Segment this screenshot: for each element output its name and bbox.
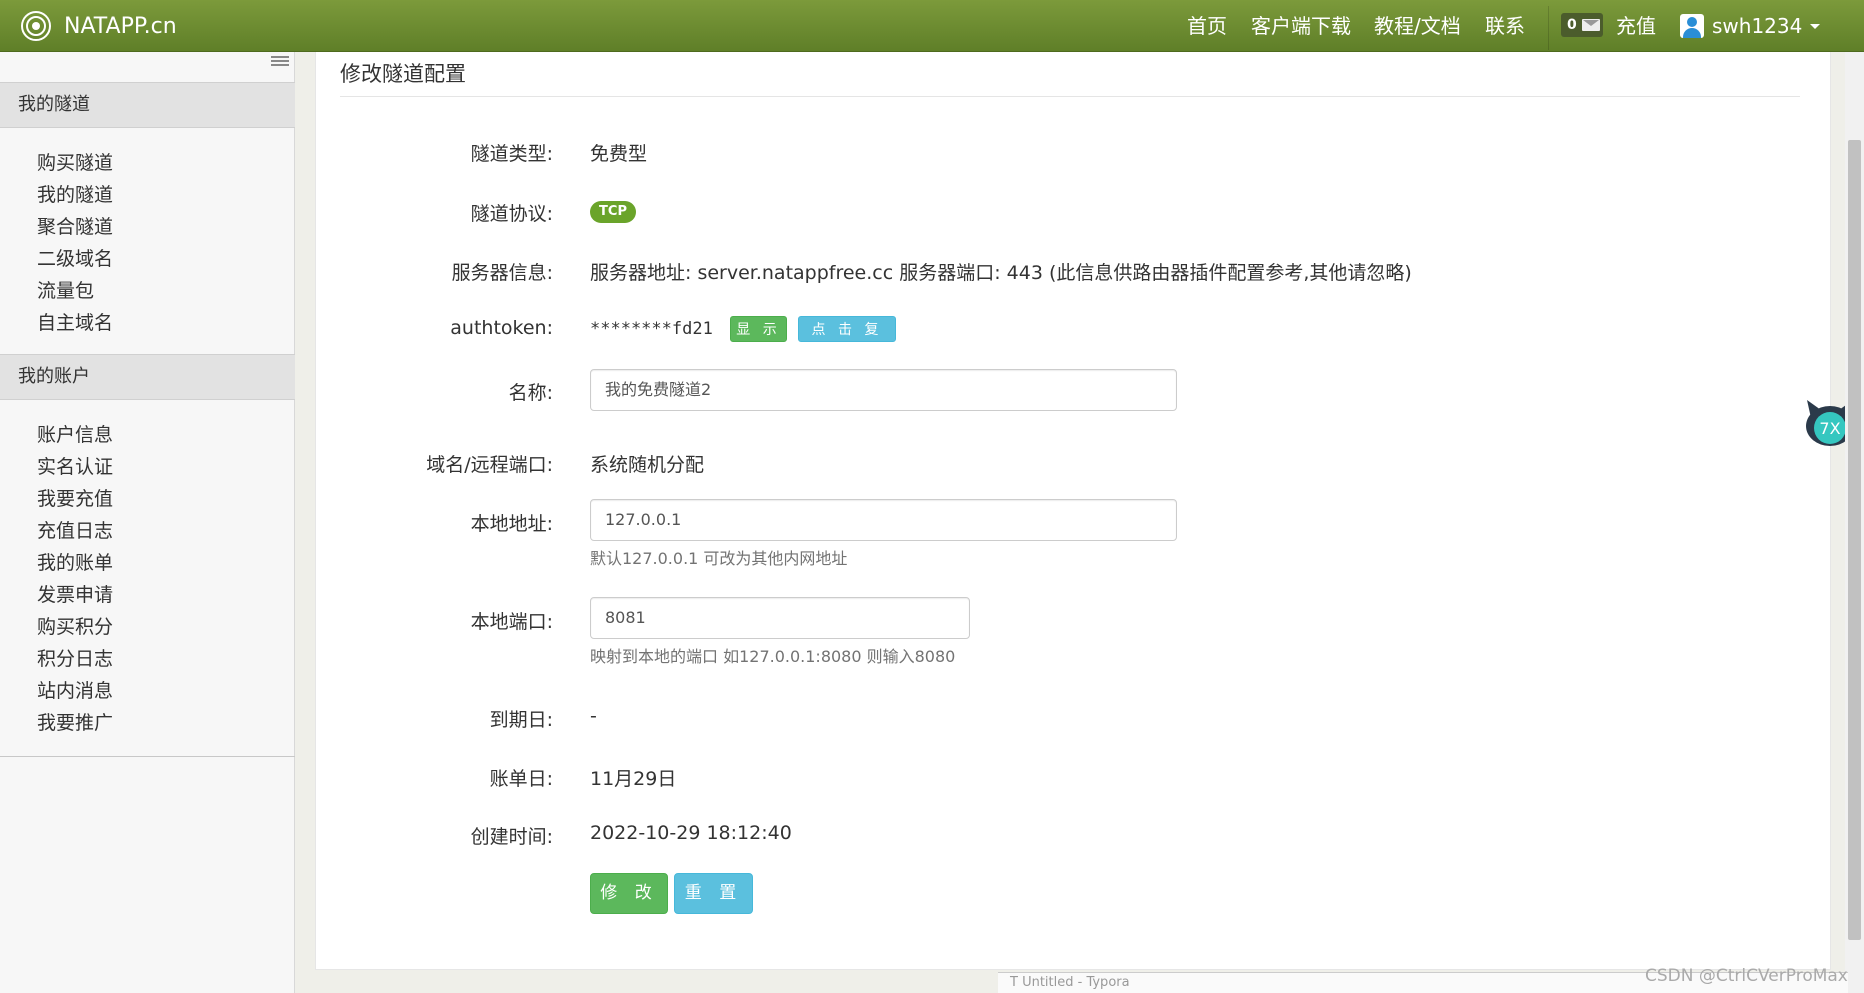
menu-toggle-icon[interactable] (271, 56, 289, 68)
username: swh1234 (1712, 14, 1803, 38)
copy-token-button[interactable]: 点 击 复 制 (798, 316, 896, 364)
expire-label: 到期日: (489, 709, 553, 731)
protocol-badge: TCP (590, 201, 636, 223)
scrollbar-thumb[interactable] (1848, 140, 1861, 940)
sidebar-section-account[interactable]: 我的账户 (0, 354, 295, 400)
sidebar-item-points-log[interactable]: 积分日志 (37, 644, 113, 674)
brand[interactable]: NATAPP.cn (20, 8, 177, 44)
messages-button[interactable]: 0 (1561, 13, 1603, 37)
top-navbar: NATAPP.cn 首页 客户端下载 教程/文档 联系 0 充值 swh1234 (0, 0, 1864, 52)
local-port-help: 映射到本地的端口 如127.0.0.1:8080 则输入8080 (590, 647, 956, 666)
authtoken-value: ********fd21 (590, 319, 713, 339)
server-info-value: 服务器地址: server.natappfree.cc 服务器端口: 443 (… (590, 262, 1412, 284)
nav-contact[interactable]: 联系 (1485, 10, 1525, 42)
local-address-input[interactable]: 127.0.0.1 (590, 499, 1177, 541)
nav-recharge[interactable]: 充值 (1616, 10, 1656, 42)
tunnel-type-value: 免费型 (590, 143, 648, 165)
sidebar-item-traffic-pack[interactable]: 流量包 (37, 276, 94, 306)
sidebar-item-messages[interactable]: 站内消息 (37, 676, 113, 706)
local-port-label: 本地端口: (470, 611, 553, 633)
svg-text:7X: 7X (1819, 419, 1840, 438)
sidebar-item-recharge[interactable]: 我要充值 (37, 484, 113, 514)
nav-docs[interactable]: 教程/文档 (1374, 10, 1461, 42)
watermark: CSDN @CtrlCVerProMax (1645, 966, 1848, 986)
sidebar-item-my-tunnels[interactable]: 我的隧道 (37, 180, 113, 210)
local-address-label: 本地地址: (470, 513, 553, 535)
authtoken-label: authtoken: (450, 317, 553, 339)
sidebar-item-custom-domain[interactable]: 自主域名 (37, 308, 113, 338)
reset-button[interactable]: 重 置 (674, 873, 753, 914)
nav-client-download[interactable]: 客户端下载 (1251, 10, 1351, 42)
sidebar-item-aggregate-tunnel[interactable]: 聚合隧道 (37, 212, 113, 242)
nav-home[interactable]: 首页 (1187, 10, 1227, 42)
domain-port-label: 域名/远程端口: (426, 454, 553, 476)
brand-name: NATAPP.cn (64, 13, 177, 39)
protocol-label: 隧道协议: (470, 203, 553, 225)
sidebar-item-account-info[interactable]: 账户信息 (37, 420, 113, 450)
server-info-label: 服务器信息: (451, 262, 553, 284)
natapp-logo-icon (21, 11, 51, 41)
bill-day-value: 11月29日 (590, 768, 677, 790)
show-token-button[interactable]: 显 示 (730, 316, 787, 342)
created-time-value: 2022-10-29 18:12:40 (590, 822, 792, 844)
nav-divider (1548, 6, 1549, 50)
sidebar-item-buy-tunnel[interactable]: 购买隧道 (37, 148, 113, 178)
sidebar-item-real-name[interactable]: 实名认证 (37, 452, 113, 482)
user-icon (1680, 14, 1704, 38)
envelope-icon (1581, 19, 1600, 31)
sidebar-item-invoice[interactable]: 发票申请 (37, 580, 113, 610)
submit-button[interactable]: 修 改 (590, 873, 668, 914)
name-input[interactable]: 我的免费隧道2 (590, 369, 1177, 411)
sidebar-item-promote[interactable]: 我要推广 (37, 708, 113, 738)
sidebar-item-my-bills[interactable]: 我的账单 (37, 548, 113, 578)
domain-port-value: 系统随机分配 (590, 454, 705, 476)
sidebar-item-buy-points[interactable]: 购买积分 (37, 612, 113, 642)
message-count: 0 (1567, 17, 1577, 33)
bill-day-label: 账单日: (489, 768, 553, 790)
sidebar-item-subdomain[interactable]: 二级域名 (37, 244, 113, 274)
page-title: 修改隧道配置 (340, 62, 466, 86)
sidebar-divider (0, 756, 295, 757)
expire-value: - (590, 705, 597, 727)
created-time-label: 创建时间: (470, 826, 553, 848)
title-divider (340, 96, 1800, 97)
user-menu[interactable]: swh1234 (1680, 12, 1821, 40)
caret-down-icon (1810, 23, 1821, 29)
name-label: 名称: (508, 382, 553, 404)
local-port-input[interactable]: 8081 (590, 597, 970, 639)
local-address-help: 默认127.0.0.1 可改为其他内网地址 (590, 549, 848, 568)
tunnel-type-label: 隧道类型: (470, 143, 553, 165)
sidebar-item-recharge-log[interactable]: 充值日志 (37, 516, 113, 546)
sidebar-section-tunnels[interactable]: 我的隧道 (0, 82, 295, 128)
